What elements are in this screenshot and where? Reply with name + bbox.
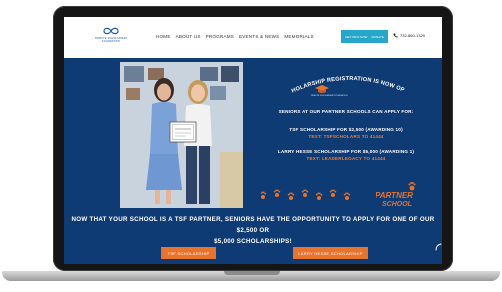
menu-item-about[interactable]: ABOUT US xyxy=(176,34,201,39)
partner-headline: NOW THAT YOUR SCHOOL IS A TSF PARTNER, S… xyxy=(64,214,442,247)
phone-number[interactable]: 732-860-1329 xyxy=(393,33,425,38)
get-info-label[interactable]: GET INFO NOW xyxy=(345,35,367,39)
larry-hesse-scholarship-text: LARRY HESSE SCHOLARSHIP FOR $5,000 (AWAR… xyxy=(277,149,415,154)
larry-hesse-scholarship-button[interactable]: LARRY HESSE SCHOLARSHIP xyxy=(293,247,368,259)
seniors-apply-text: SENIORS AT OUR PARTNER SCHOOLS CAN APPLY… xyxy=(278,109,414,114)
get-info-donate-button[interactable]: GET INFO NOW DONATE xyxy=(341,30,388,43)
phone-icon xyxy=(393,33,398,38)
tsf-scholarship-text: TSF SCHOLARSHIP FOR $2,500 (AWARDING 10) xyxy=(289,127,403,132)
scholarship-photo-illustration xyxy=(120,62,243,208)
partner-badge-line-1: PARTNER xyxy=(376,191,413,200)
registration-title-text: SCHOLARSHIP REGISTRATION IS NOW OPEN! xyxy=(288,72,405,94)
graduation-cap-icon xyxy=(315,85,329,93)
menu-item-home[interactable]: HOME xyxy=(156,34,171,39)
logo-text: TRIBUTE SCHOLARSHIP FOUNDATION xyxy=(94,37,128,43)
headline-line-1: NOW THAT YOUR SCHOOL IS A TSF PARTNER, S… xyxy=(71,216,435,234)
main-menu: HOME ABOUT US PROGRAMS EVENTS & NEWS MEM… xyxy=(156,34,314,39)
mini-logo-text: TRIBUTE SCHOLARSHIP FOUNDATION xyxy=(310,95,348,97)
tsf-text-code: TEXT: TSFSCHOLARS TO 41444 xyxy=(308,134,384,139)
partner-school-badge: PARTNER SCHOOL xyxy=(376,182,416,208)
menu-item-programs[interactable]: PROGRAMS xyxy=(206,34,234,39)
hero-photo xyxy=(120,62,243,208)
paw-print-trail-icon xyxy=(261,189,351,200)
tsf-scholarship-button[interactable]: TSF SCHOLARSHIP xyxy=(161,247,216,259)
menu-item-events-news[interactable]: EVENTS & NEWS xyxy=(239,34,279,39)
menu-item-memorials[interactable]: MEMORIALS xyxy=(284,34,313,39)
svg-text:SCHOLARSHIP REGISTRATION IS NO: SCHOLARSHIP REGISTRATION IS NOW OPEN! xyxy=(288,72,405,94)
registration-open-title: SCHOLARSHIP REGISTRATION IS NOW OPEN! xyxy=(288,72,405,94)
website-screen: TRIBUTE SCHOLARSHIP FOUNDATION HOME ABOU… xyxy=(64,17,442,264)
donate-label[interactable]: DONATE xyxy=(372,35,384,39)
phone-number-text: 732-860-1329 xyxy=(400,33,425,38)
site-logo[interactable]: TRIBUTE SCHOLARSHIP FOUNDATION xyxy=(88,27,134,49)
top-navigation: TRIBUTE SCHOLARSHIP FOUNDATION HOME ABOU… xyxy=(64,17,442,58)
partner-badge-line-2: SCHOOL xyxy=(382,201,412,208)
infinity-logo-icon xyxy=(103,27,119,35)
laptop-notch xyxy=(224,271,280,275)
larry-hesse-text-code: TEXT: LEADERLEGACY TO 41444 xyxy=(306,156,386,161)
headline-line-2: $5,000 SCHOLARSHIPS! xyxy=(214,238,292,245)
chat-widget-icon[interactable] xyxy=(434,243,442,253)
